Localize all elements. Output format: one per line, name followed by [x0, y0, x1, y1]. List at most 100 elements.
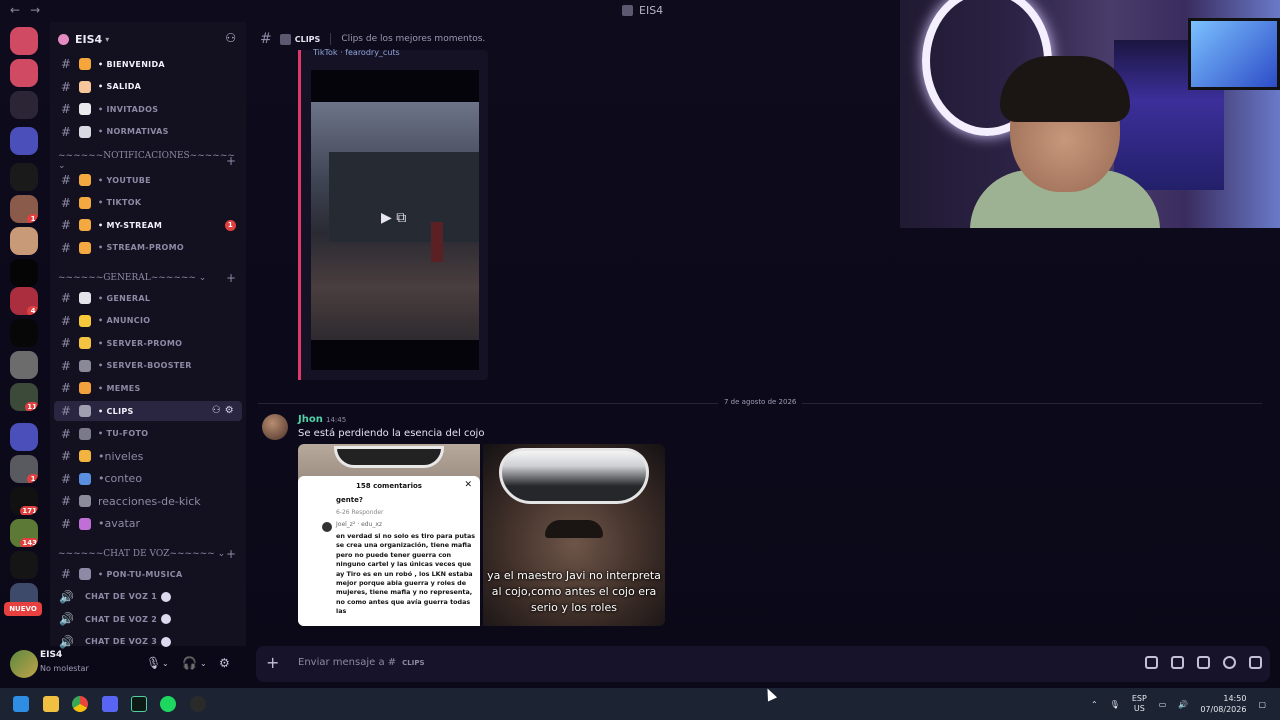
channel-anuncio[interactable]: # • ANUNCIO [54, 311, 242, 331]
server-icon[interactable] [10, 127, 38, 155]
channel-chat-de-voz-1[interactable]: 🔊 CHAT DE VOZ 1 [54, 587, 242, 607]
server-icon[interactable] [10, 91, 38, 119]
channel-server-promo[interactable]: # • SERVER-PROMO [54, 333, 242, 353]
message-avatar[interactable] [262, 414, 288, 440]
channel-label: CHAT DE VOZ 2 [85, 614, 158, 624]
gift-icon[interactable] [1145, 656, 1158, 669]
forward-button[interactable]: → [30, 3, 40, 17]
channel-memes[interactable]: # • MEMES [54, 378, 242, 398]
avatar[interactable] [10, 650, 38, 678]
channel-name: CLIPS [294, 34, 321, 44]
channel-niveles[interactable]: # •niveles [54, 446, 242, 466]
app-icon[interactable] [131, 696, 147, 712]
server-icon[interactable] [10, 319, 38, 347]
sticker-icon[interactable] [1197, 656, 1210, 669]
headphones-icon[interactable]: 🎧 [182, 656, 197, 670]
channel-label: • YOUTUBE [98, 175, 151, 185]
channel-tu-foto[interactable]: # • TU-FOTO [54, 424, 242, 444]
channel-tiktok[interactable]: # • TIKTOK [54, 193, 242, 213]
server-icon[interactable]: 4 [10, 287, 38, 315]
embed-source[interactable]: TikTok · fearodry_cuts [313, 48, 400, 57]
channel-server-booster[interactable]: # • SERVER-BOOSTER [54, 356, 242, 376]
channel-youtube[interactable]: # • YOUTUBE [54, 170, 242, 190]
discord-icon[interactable] [102, 696, 118, 712]
category-header[interactable]: ~~~~~~NOTIFICACIONES~~~~~~ ⌄ + [58, 151, 242, 171]
channel-invitados[interactable]: # • INVITADOS [54, 99, 242, 119]
obs-icon[interactable] [190, 696, 206, 712]
channel-label: • STREAM-PROMO [98, 243, 185, 252]
chevron-down-icon[interactable]: ⌄ [162, 659, 169, 668]
channel-general[interactable]: # • GENERAL [54, 288, 242, 308]
server-icon[interactable] [10, 59, 38, 87]
message-composer[interactable]: + Enviar mensaje a # CLIPS [256, 646, 1270, 682]
server-header[interactable]: EIS4 ▾ ⚇ [58, 30, 242, 48]
channel-avatar[interactable]: # •avatar [54, 514, 242, 534]
clock-time: 14:50 [1223, 694, 1247, 703]
server-icon[interactable] [10, 227, 38, 255]
volume-icon[interactable]: 🔊 [1178, 700, 1188, 709]
chrome-icon[interactable] [72, 696, 88, 712]
message-author[interactable]: Jhon [298, 414, 323, 425]
channel-pon-tu-musica[interactable]: # • PON-TU-MUSICA [54, 564, 242, 584]
emoji-icon[interactable] [1223, 656, 1236, 669]
composer-placeholder[interactable]: Enviar mensaje a # CLIPS [298, 657, 425, 668]
server-icon[interactable] [10, 259, 38, 287]
network-icon[interactable]: ▭ [1159, 700, 1167, 709]
server-icon[interactable] [10, 351, 38, 379]
spotify-icon[interactable] [160, 696, 176, 712]
windows-start-icon[interactable] [13, 696, 29, 712]
category-header[interactable]: ~~~~~~CHAT DE VOZ~~~~~~ ⌄ + [58, 547, 242, 561]
back-button[interactable]: ← [10, 3, 20, 17]
play-icon[interactable]: ▶ ⧉ [381, 210, 406, 226]
user-status: No molestar [40, 664, 89, 673]
server-icon[interactable]: 143 [10, 519, 38, 547]
channel-salida[interactable]: # • SALIDA [54, 77, 242, 97]
emoji-icon [79, 125, 91, 138]
add-channel-icon[interactable]: + [226, 547, 236, 561]
emoji-icon [79, 292, 91, 304]
channel-conteo[interactable]: # •conteo [54, 469, 242, 489]
mention-badge: 4 [27, 306, 38, 315]
category-header[interactable]: ~~~~~~GENERAL~~~~~~ ⌄ + [58, 271, 242, 285]
channel-clips[interactable]: # • CLIPS ⚇ ⚙ [54, 401, 242, 421]
server-icon[interactable] [10, 163, 38, 191]
close-icon: ✕ [464, 480, 472, 490]
add-user-icon[interactable]: ⚇ [225, 31, 236, 45]
server-icon[interactable]: 1 [10, 455, 38, 483]
nuevo-badge[interactable]: NUEVO [4, 602, 42, 616]
channel-settings-icon[interactable]: ⚇ ⚙ [212, 405, 234, 416]
clock[interactable]: 14:50 07/08/2026 [1200, 693, 1246, 715]
language-indicator[interactable]: ESP US [1132, 694, 1147, 714]
server-icon[interactable]: 11 [10, 383, 38, 411]
channel-chat-de-voz-2[interactable]: 🔊 CHAT DE VOZ 2 [54, 609, 242, 629]
server-icon[interactable] [10, 27, 38, 55]
server-icon[interactable] [10, 423, 38, 451]
channel-my-stream[interactable]: # • MY-STREAM 1 [54, 215, 242, 235]
attachment-image-2[interactable]: ya el maestro Javi no interpreta al cojo… [483, 444, 665, 626]
chevron-down-icon[interactable]: ⌄ [200, 659, 207, 668]
channel-normativas[interactable]: # • NORMATIVAS [54, 122, 242, 142]
attachment-image-1[interactable]: 158 comentarios ✕ gente? 6-26 Responder … [298, 444, 480, 626]
add-attachment-button[interactable]: + [266, 653, 279, 672]
microphone-icon[interactable]: 🎙 [1110, 700, 1120, 709]
lang-top: ESP [1131, 694, 1147, 703]
channel-bienvenida[interactable]: # • BIENVENIDA [54, 54, 242, 74]
channel-stream-promo[interactable]: # • STREAM-PROMO [54, 238, 242, 258]
gear-icon[interactable]: ⚙ [219, 656, 230, 670]
gif-icon[interactable] [1171, 656, 1184, 669]
apps-icon[interactable] [1249, 656, 1262, 669]
video-player[interactable]: ▶ ⧉ [311, 70, 479, 370]
add-channel-icon[interactable]: + [226, 154, 236, 168]
microphone-icon[interactable]: 🎙 [146, 656, 161, 670]
chevron-up-icon[interactable]: ⌃ [1091, 700, 1098, 709]
notification-icon[interactable]: ▢ [1258, 700, 1266, 709]
file-explorer-icon[interactable] [43, 696, 59, 712]
channel-label: • MY-STREAM [98, 220, 163, 230]
comment-meta: 6-26 Responder [336, 509, 384, 516]
channel-reacciones-de-kick[interactable]: # reacciones-de-kick [54, 491, 242, 511]
server-icon[interactable] [10, 551, 38, 579]
hash-icon: # [60, 449, 72, 463]
server-icon[interactable]: 171 [10, 487, 38, 515]
server-icon[interactable]: 1 [10, 195, 38, 223]
add-channel-icon[interactable]: + [226, 271, 236, 285]
